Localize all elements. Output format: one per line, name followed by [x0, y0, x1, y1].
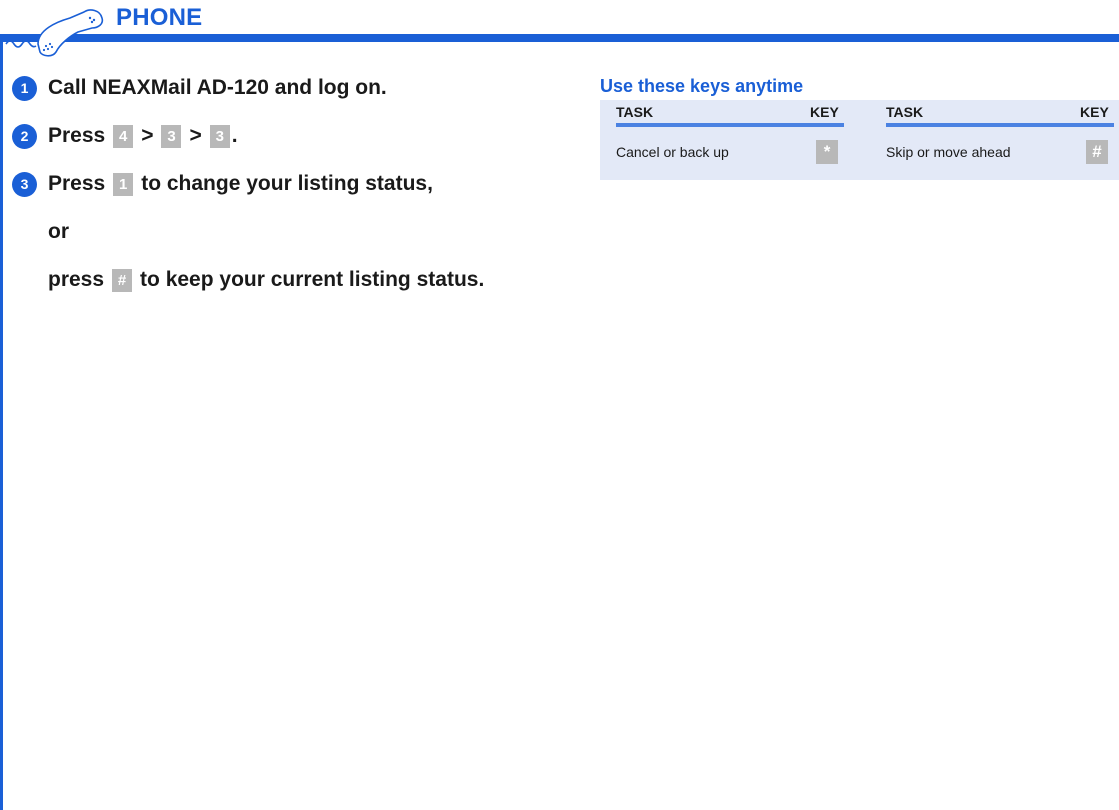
step-text: Press — [48, 172, 106, 195]
phone-handset-icon — [5, 9, 104, 57]
keypad-key: # — [112, 268, 133, 292]
keys-panel: TASK KEY TASK KEY Cancel or back up * Sk… — [600, 100, 1119, 180]
header-underline — [616, 123, 844, 127]
step-number-badge: 1 — [12, 75, 37, 101]
step-2: 2 Press 4 > 3 > 3 . — [12, 122, 572, 150]
key-column-header: KEY — [1080, 104, 1109, 120]
step-text: Call NEAXMail AD-120 and log on. — [48, 76, 387, 99]
left-margin-rule — [0, 42, 3, 810]
star-key: * — [816, 140, 838, 164]
task-column-header: TASK — [886, 104, 924, 120]
step-text: to change your listing status, — [141, 172, 433, 195]
keypad-key: 3 — [209, 124, 230, 148]
keypad-key: 4 — [113, 124, 134, 148]
step-3-alt: press # to keep your current listing sta… — [12, 266, 572, 294]
step-3-or: or — [12, 218, 572, 246]
task-label: Cancel or back up — [616, 144, 729, 160]
step-text: Press — [48, 124, 106, 147]
key-column-header: KEY — [810, 104, 839, 120]
key-separator: > — [141, 124, 154, 147]
or-text: or — [48, 220, 69, 243]
header-rule — [0, 34, 1119, 42]
step-number-badge: 3 — [12, 171, 37, 197]
step-text: press — [48, 268, 105, 291]
keys-panel-title: Use these keys anytime — [600, 76, 804, 96]
step-text-end: . — [231, 124, 238, 147]
step-3: 3 Press 1 to change your listing status, — [12, 170, 572, 198]
task-label: Skip or move ahead — [886, 144, 1011, 160]
page-title: PHONE — [116, 4, 203, 31]
header-underline — [886, 123, 1114, 127]
pound-key: # — [1086, 140, 1108, 164]
key-separator: > — [189, 124, 202, 147]
step-number-badge: 2 — [12, 123, 37, 149]
keypad-key: 3 — [161, 124, 182, 148]
instruction-steps: 1 Call NEAXMail AD-120 and log on. 2 Pre… — [12, 74, 572, 314]
page-header: PHONE — [0, 0, 1119, 57]
step-text: to keep your current listing status. — [140, 268, 485, 291]
keypad-key: 1 — [113, 172, 134, 196]
step-1: 1 Call NEAXMail AD-120 and log on. — [12, 74, 572, 102]
task-column-header: TASK — [616, 104, 654, 120]
